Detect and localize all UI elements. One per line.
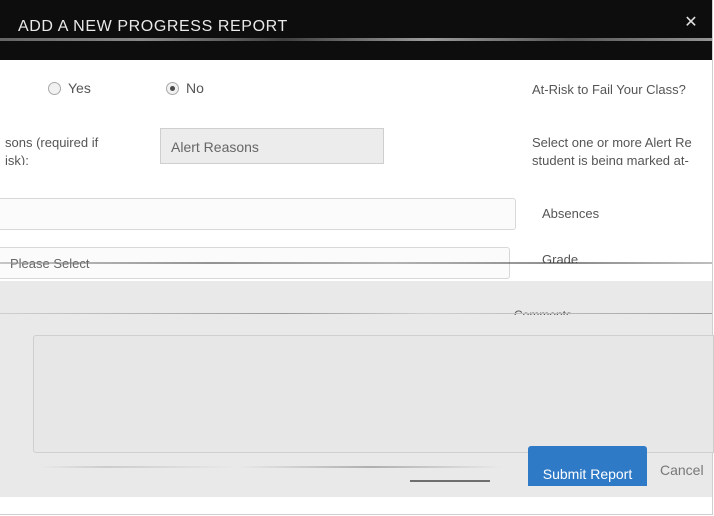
radio-yes[interactable]: Yes	[48, 80, 91, 96]
comments-render-artifact	[0, 313, 712, 314]
radio-circle-yes[interactable]	[48, 81, 61, 95]
alert-reasons-help-line2: student is being marked at-	[532, 153, 689, 165]
radio-no[interactable]: No	[166, 80, 204, 96]
absences-label: Absences	[542, 206, 600, 221]
radio-circle-no[interactable]	[166, 81, 179, 95]
dialog-footer	[0, 497, 712, 514]
alert-reasons-label-line2: isk):	[5, 153, 29, 165]
cancel-link[interactable]: Cancel	[660, 462, 704, 478]
radio-no-label: No	[186, 80, 204, 96]
alert-reasons-label-line1: sons (required if	[5, 135, 99, 150]
at-risk-help: At-Risk to Fail Your Class?	[532, 82, 686, 97]
alert-reasons-help-line1: Select one or more Alert Re	[532, 135, 692, 150]
footer-render-blip	[410, 480, 490, 482]
progress-report-dialog: ADD A NEW PROGRESS REPORT ✕ Yes No At-Ri…	[0, 0, 714, 515]
comments-textarea[interactable]	[33, 335, 714, 453]
absences-input[interactable]	[0, 198, 516, 230]
dialog-header: ADD A NEW PROGRESS REPORT ✕	[0, 0, 712, 60]
alert-reasons-input[interactable]: Alert Reasons	[160, 128, 384, 164]
grade-render-artifact	[0, 262, 712, 264]
close-icon[interactable]: ✕	[682, 14, 700, 32]
header-render-artifact	[0, 38, 712, 41]
dialog-title: ADD A NEW PROGRESS REPORT	[18, 18, 288, 35]
submit-report-button[interactable]: Submit Report	[528, 446, 647, 486]
radio-yes-label: Yes	[68, 80, 91, 96]
